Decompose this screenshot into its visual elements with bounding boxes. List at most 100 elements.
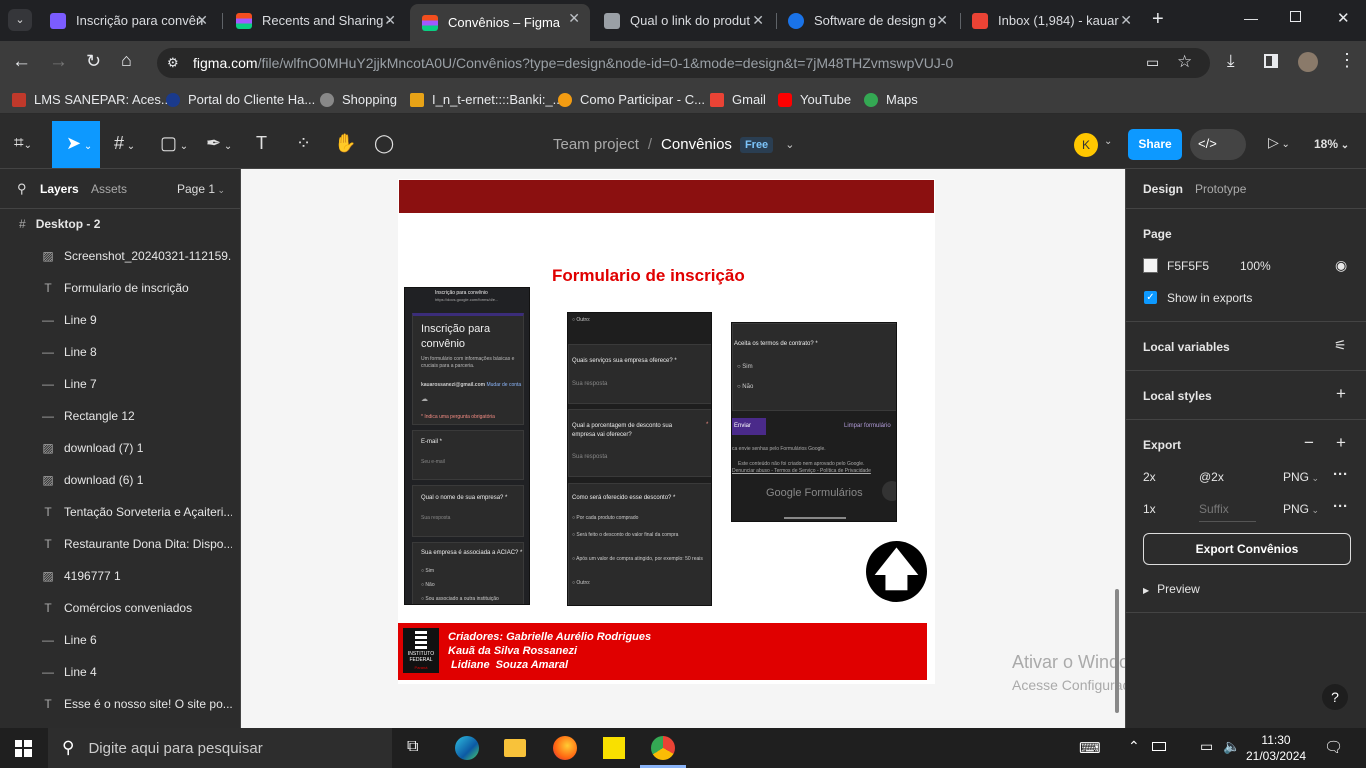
bookmark-item[interactable]: Como Participar - C... xyxy=(558,92,705,107)
tab-prototype[interactable]: Prototype xyxy=(1195,182,1246,196)
hand-tool-icon[interactable]: ✋ xyxy=(334,133,356,154)
export-suffix[interactable]: @2x xyxy=(1199,470,1224,484)
search-icon[interactable]: ⚲ xyxy=(17,181,27,197)
export-options-icon[interactable]: ··· xyxy=(1333,466,1348,483)
close-tab-icon[interactable]: ✕ xyxy=(1120,12,1132,29)
windows-start-icon[interactable] xyxy=(15,740,32,757)
export-format[interactable]: PNG ⌄ xyxy=(1283,502,1319,516)
download-icon[interactable]: ⤓ xyxy=(1227,51,1235,71)
comment-tool-icon[interactable]: ◯ xyxy=(374,133,394,154)
close-tab-icon[interactable]: ✕ xyxy=(384,12,396,29)
export-suffix-input[interactable]: Suffix xyxy=(1199,502,1256,522)
bookmark-item[interactable]: Maps xyxy=(864,92,918,107)
clipboard-icon[interactable]: ▭ xyxy=(1146,54,1159,71)
remove-export-icon[interactable]: − xyxy=(1304,433,1314,453)
show-in-exports-checkbox[interactable]: ✓ xyxy=(1144,291,1157,304)
share-button[interactable]: Share xyxy=(1128,129,1182,160)
chevron-down-icon[interactable]: ⌄ xyxy=(1104,136,1112,147)
resources-tool-icon[interactable]: ⁘ xyxy=(296,133,311,154)
layer-item[interactable]: T Formulario de inscrição xyxy=(0,272,241,304)
notifications-icon[interactable]: 🗨 xyxy=(1324,738,1343,756)
visibility-eye-icon[interactable]: ◉ xyxy=(1335,257,1347,274)
back-arrow-icon[interactable]: ← xyxy=(12,51,31,73)
layer-item[interactable]: T Tentação Sorveteria e Açaiteri... xyxy=(0,496,241,528)
layer-item[interactable]: T Esse é o nosso site! O site po... xyxy=(0,688,241,720)
add-style-icon[interactable]: + xyxy=(1336,384,1346,404)
close-window-icon[interactable]: ✕ xyxy=(1337,9,1350,27)
browser-tab[interactable]: Inbox (1,984) - kauar ✕ xyxy=(960,6,1142,35)
taskbar-search-box[interactable]: ⚲ Digite aqui para pesquisar xyxy=(48,728,392,768)
text-tool-icon[interactable]: T xyxy=(256,133,267,154)
browser-tab[interactable]: Recents and Sharing - ✕ xyxy=(224,6,406,35)
layer-item[interactable]: — Line 4 xyxy=(0,656,241,688)
layer-item[interactable]: ▨ 4196777 1 xyxy=(0,560,241,592)
layer-item[interactable]: T Comércios conveniados xyxy=(0,592,241,624)
bookmark-item[interactable]: LMS SANEPAR: Aces... xyxy=(12,92,172,107)
chevron-down-icon[interactable]: ⌄ xyxy=(785,138,794,151)
pen-tool-icon[interactable]: ✒ ⌄ xyxy=(206,133,232,154)
browser-tab[interactable]: Inscrição para convên ✕ xyxy=(38,6,218,35)
add-export-icon[interactable]: + xyxy=(1336,433,1346,453)
export-button[interactable]: Export Convênios xyxy=(1143,533,1351,565)
file-explorer-icon[interactable] xyxy=(504,739,526,757)
bookmark-item[interactable]: Portal do Cliente Ha... xyxy=(166,92,315,107)
page-opacity-value[interactable]: 100% xyxy=(1240,259,1271,273)
page-color-swatch[interactable] xyxy=(1143,258,1158,273)
keyboard-icon[interactable]: ⌨ xyxy=(1079,739,1101,757)
move-tool-button[interactable]: ➤ ⌄ xyxy=(52,121,100,168)
switch-account-link[interactable]: Mudar de conta xyxy=(486,382,521,388)
team-name[interactable]: Team project xyxy=(553,136,639,153)
tray-expand-icon[interactable]: ⌃ xyxy=(1128,738,1140,755)
dev-mode-toggle[interactable]: </> xyxy=(1190,129,1246,160)
export-scale[interactable]: 2x xyxy=(1143,470,1156,484)
tab-search-button[interactable]: ⌄ xyxy=(8,9,32,31)
profile-avatar[interactable] xyxy=(1298,52,1318,72)
clock[interactable]: 11:30 21/03/2024 xyxy=(1246,732,1306,764)
side-panel-icon[interactable] xyxy=(1264,54,1278,68)
export-scale[interactable]: 1x xyxy=(1143,502,1156,516)
layer-item[interactable]: ▨ download (7) 1 xyxy=(0,432,241,464)
layer-item[interactable]: — Line 8 xyxy=(0,336,241,368)
page-color-value[interactable]: F5F5F5 xyxy=(1167,259,1209,273)
close-tab-icon[interactable]: ✕ xyxy=(936,12,948,29)
layer-item[interactable]: ▨ Screenshot_20240321-112159... xyxy=(0,240,241,272)
export-options-icon[interactable]: ··· xyxy=(1333,498,1348,515)
volume-icon[interactable]: 🔈 xyxy=(1223,738,1240,755)
layer-item[interactable]: — Rectangle 12 xyxy=(0,400,241,432)
home-icon[interactable]: ⌂ xyxy=(121,50,132,71)
frame-tool-icon[interactable]: # ⌄ xyxy=(114,133,135,154)
minimize-window-icon[interactable]: — xyxy=(1244,10,1258,26)
user-avatar[interactable]: K xyxy=(1074,133,1098,157)
variables-settings-icon[interactable]: ⚟ xyxy=(1334,337,1347,354)
url-text[interactable]: figma.com/file/wlfnO0MHuY2jjkMncotA0U/Co… xyxy=(193,55,1113,71)
task-view-icon[interactable]: ⧉ xyxy=(407,738,418,756)
browser-tab[interactable]: Software de design g ✕ xyxy=(776,6,958,35)
layer-item[interactable]: — Line 6 xyxy=(0,624,241,656)
export-format[interactable]: PNG ⌄ xyxy=(1283,470,1319,484)
address-bar[interactable]: ⚙ figma.com/file/wlfnO0MHuY2jjkMncotA0U/… xyxy=(157,48,1210,78)
preview-toggle[interactable]: ▶ Preview xyxy=(1143,582,1200,596)
browser-tab[interactable]: Qual o link do produt ✕ xyxy=(592,6,774,35)
bookmark-item[interactable]: Shopping xyxy=(320,92,397,107)
network-icon[interactable]: ▭ xyxy=(1200,738,1213,755)
bookmark-item[interactable]: I_n_t-ernet::::Banki:_... xyxy=(410,92,564,107)
shape-tool-icon[interactable]: ▢ ⌄ xyxy=(160,133,188,154)
new-tab-button[interactable]: + xyxy=(1152,8,1164,31)
page-selector[interactable]: Page 1 ⌄ xyxy=(177,182,225,196)
restore-window-icon[interactable] xyxy=(1290,11,1301,22)
battery-icon[interactable] xyxy=(1152,742,1166,751)
main-menu-icon[interactable]: ⌗⌄ xyxy=(14,133,32,153)
close-tab-icon[interactable]: ✕ xyxy=(752,12,764,29)
file-name[interactable]: Convênios xyxy=(661,136,732,153)
chrome-icon[interactable] xyxy=(651,736,675,760)
layer-item[interactable]: — Line 7 xyxy=(0,368,241,400)
present-play-icon[interactable]: ▷ ⌄ xyxy=(1268,134,1290,151)
canvas-scrollbar[interactable] xyxy=(1115,589,1119,713)
reload-icon[interactable]: ↻ xyxy=(86,51,101,72)
tab-design[interactable]: Design xyxy=(1143,182,1183,196)
close-tab-icon[interactable]: ✕ xyxy=(196,12,208,29)
design-canvas[interactable]: Formulario de inscrição Inscrição para c… xyxy=(241,169,1298,728)
layer-item[interactable]: T Restaurante Dona Dita: Dispo... xyxy=(0,528,241,560)
edge-icon[interactable] xyxy=(455,736,479,760)
sticky-notes-icon[interactable] xyxy=(603,737,625,759)
